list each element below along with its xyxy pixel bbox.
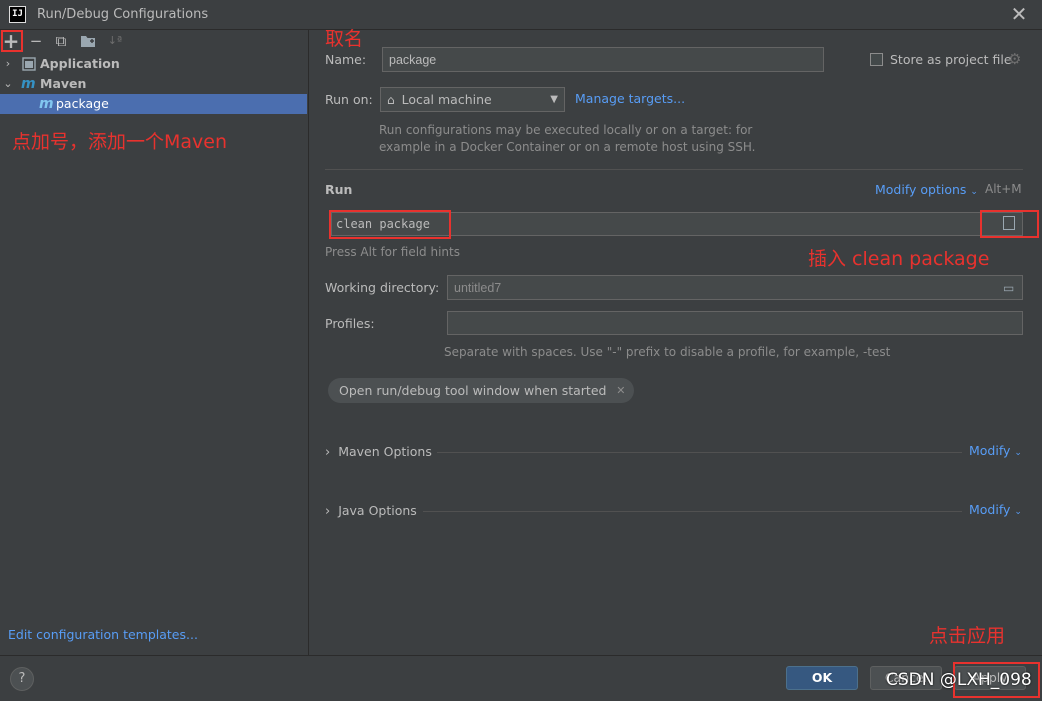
profiles-hint: Separate with spaces. Use "-" prefix to … bbox=[444, 345, 891, 359]
modify-label: Modify bbox=[969, 443, 1011, 458]
tree-item-package[interactable]: m package bbox=[0, 94, 307, 114]
tag-label: Open run/debug tool window when started bbox=[339, 383, 607, 398]
command-highlight bbox=[329, 210, 451, 239]
help-button[interactable]: ? bbox=[10, 667, 34, 691]
run-on-hint-line2: example in a Docker Container or on a re… bbox=[379, 140, 756, 154]
chevron-right-icon: › bbox=[5, 57, 11, 70]
tree-item-maven[interactable]: ⌄ m Maven bbox=[0, 74, 307, 94]
minus-icon: − bbox=[29, 32, 43, 50]
chevron-down-icon: ⌄ bbox=[1014, 507, 1022, 517]
name-annotation: 取名 bbox=[325, 28, 364, 50]
add-maven-annotation: 点加号，添加一个Maven bbox=[12, 131, 228, 153]
maven-options-modify-link[interactable]: Modify ⌄ bbox=[969, 443, 1022, 458]
edit-configuration-templates-link[interactable]: Edit configuration templates... bbox=[8, 627, 198, 642]
tree-item-label: Maven bbox=[40, 76, 87, 91]
browse-folder-icon[interactable]: ▭ bbox=[1003, 281, 1014, 295]
intellij-app-icon: IJ bbox=[9, 6, 26, 23]
ok-button[interactable]: OK bbox=[786, 666, 858, 690]
expand-highlight bbox=[980, 210, 1039, 238]
store-as-project-file-checkbox[interactable] bbox=[870, 53, 883, 66]
java-options-modify-link[interactable]: Modify ⌄ bbox=[969, 502, 1022, 517]
chevron-right-icon: › bbox=[325, 445, 331, 460]
profiles-label: Profiles: bbox=[325, 316, 375, 331]
maven-icon: m bbox=[21, 76, 36, 92]
open-tool-window-tag[interactable]: Open run/debug tool window when started … bbox=[328, 378, 635, 403]
add-button-highlight bbox=[1, 30, 23, 52]
separator bbox=[437, 452, 962, 453]
modify-options-label: Modify options bbox=[875, 182, 967, 197]
close-icon[interactable]: ✕ bbox=[616, 378, 625, 403]
run-on-hint-line1: Run configurations may be executed local… bbox=[379, 123, 753, 137]
store-as-project-file-label: Store as project file bbox=[890, 52, 1012, 67]
maven-options-label: Maven Options bbox=[338, 444, 432, 459]
manage-targets-link[interactable]: Manage targets... bbox=[575, 91, 685, 106]
chevron-right-icon: › bbox=[325, 504, 331, 519]
title-bar: IJ Run/Debug Configurations ✕ bbox=[0, 0, 1042, 30]
close-icon[interactable]: ✕ bbox=[1008, 3, 1030, 25]
separator bbox=[423, 511, 962, 512]
maven-options-section[interactable]: › Maven Options bbox=[325, 444, 432, 460]
window-title: Run/Debug Configurations bbox=[37, 7, 209, 22]
dropdown-arrow-icon: ▼ bbox=[550, 94, 558, 105]
run-section-title: Run bbox=[325, 182, 353, 197]
copy-icon: ⧉ bbox=[55, 32, 67, 50]
csdn-watermark: CSDN @LXH_098 bbox=[886, 670, 1032, 690]
maven-icon: m bbox=[39, 96, 54, 112]
move-into-folder-button[interactable] bbox=[79, 32, 97, 50]
sort-icon: ↓ª bbox=[107, 34, 123, 47]
modify-options-link[interactable]: Modify options ⌄ bbox=[875, 182, 978, 197]
name-label: Name: bbox=[325, 52, 367, 67]
copy-configuration-button[interactable]: ⧉ bbox=[52, 32, 70, 50]
modify-label: Modify bbox=[969, 502, 1011, 517]
tree-item-label: Application bbox=[40, 56, 120, 71]
tree-item-label: package bbox=[56, 96, 109, 111]
name-input[interactable] bbox=[382, 47, 824, 72]
separator bbox=[325, 169, 1023, 170]
tree-item-application[interactable]: › Application bbox=[0, 54, 307, 74]
folder-icon bbox=[81, 36, 95, 47]
java-options-section[interactable]: › Java Options bbox=[325, 503, 417, 519]
application-icon bbox=[22, 57, 36, 71]
configuration-tree-panel bbox=[0, 30, 309, 655]
modify-options-shortcut: Alt+M bbox=[985, 182, 1022, 196]
insert-command-annotation: 插入 clean package bbox=[808, 248, 990, 270]
chevron-down-icon: ⌄ bbox=[1014, 448, 1022, 458]
gear-icon[interactable]: ⚙ bbox=[1008, 50, 1021, 68]
sort-configurations-button[interactable]: ↓ª bbox=[106, 32, 124, 50]
chevron-down-icon: ⌄ bbox=[970, 187, 978, 197]
run-on-select[interactable]: ⌂ Local machine ▼ bbox=[380, 87, 565, 112]
java-options-label: Java Options bbox=[338, 503, 417, 518]
working-directory-input[interactable] bbox=[447, 275, 1023, 300]
home-icon: ⌂ bbox=[387, 93, 395, 107]
apply-annotation: 点击应用 bbox=[929, 625, 1006, 647]
profiles-input[interactable] bbox=[447, 311, 1023, 335]
working-directory-label: Working directory: bbox=[325, 280, 440, 295]
chevron-down-icon: ⌄ bbox=[3, 77, 13, 90]
remove-configuration-button[interactable]: − bbox=[27, 32, 45, 50]
alt-hint: Press Alt for field hints bbox=[325, 245, 460, 259]
run-on-value: Local machine bbox=[401, 92, 492, 107]
run-on-label: Run on: bbox=[325, 92, 373, 107]
